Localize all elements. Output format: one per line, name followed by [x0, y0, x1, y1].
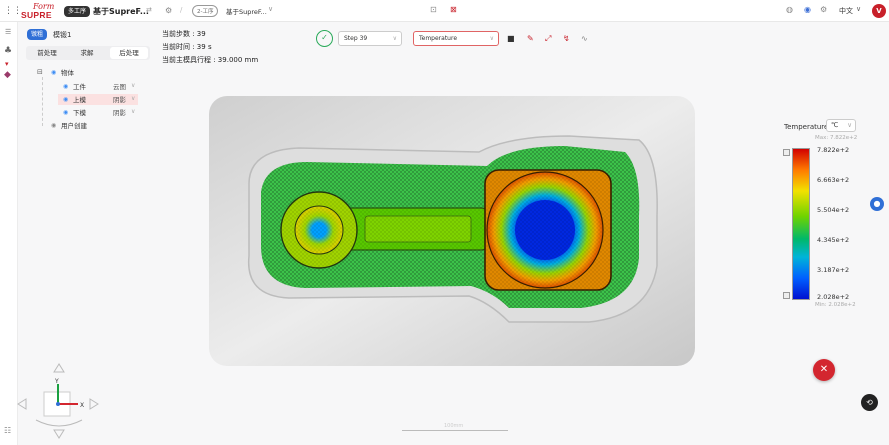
- chevron-down-icon: ∨: [392, 35, 397, 42]
- chevron-down-icon: ∨: [847, 121, 852, 129]
- chevron-down-icon[interactable]: ∨: [268, 5, 273, 13]
- assistant-button[interactable]: ●: [870, 197, 884, 211]
- tab-postprocess[interactable]: 后处理: [110, 47, 148, 59]
- collapse-icon[interactable]: ⊟: [37, 68, 43, 76]
- view-down-arrow[interactable]: [53, 429, 65, 439]
- step-select[interactable]: Step 39 ∨: [338, 31, 402, 46]
- tree-item-label: 工件: [73, 83, 86, 91]
- path-icon[interactable]: ↯: [563, 34, 570, 43]
- eye-icon[interactable]: ◉: [51, 69, 56, 76]
- import-icon[interactable]: ⊡: [430, 5, 437, 14]
- current-time: 当前时间 : 39 s: [162, 43, 212, 51]
- legend-tick: 7.822e+2: [817, 146, 850, 154]
- view-left-arrow[interactable]: [17, 398, 27, 410]
- brand-supre-text: SUPRE: [21, 10, 52, 20]
- display-mode-select[interactable]: 阴影: [113, 95, 126, 105]
- group-tag: 镦粗: [27, 29, 48, 40]
- globe-icon[interactable]: ◍: [786, 5, 793, 14]
- forming-icon[interactable]: ♣: [4, 46, 12, 56]
- scale-bar-label: 100mm: [444, 423, 464, 429]
- top-bar: ⋮⋮ Form SUPRE 多工序 基于SupreF... ⇄ ⚙ / 2-工序…: [0, 0, 889, 22]
- breadcrumb-tag: 2-工序: [192, 5, 219, 17]
- x-axis-label: X: [80, 402, 84, 409]
- language-chevron-icon[interactable]: ∨: [856, 5, 861, 13]
- model-cube-icon[interactable]: ◆: [4, 70, 11, 80]
- mode-tag: 多工序: [64, 6, 91, 17]
- legend-tick: 3.187e+2: [817, 266, 850, 274]
- tools-fab-button[interactable]: ✕: [813, 359, 835, 381]
- variable-select-value: Temperature: [419, 35, 458, 42]
- legend-tick: 2.028e+2: [817, 293, 850, 301]
- export-icon[interactable]: ⊠: [450, 5, 457, 14]
- eye-icon[interactable]: ◉: [51, 122, 56, 129]
- current-stroke: 当前主模具行程 : 39.000 mm: [162, 56, 259, 64]
- mesh-overlay: [261, 146, 640, 308]
- chevron-down-icon[interactable]: ∨: [131, 108, 135, 115]
- avatar[interactable]: V: [872, 4, 886, 18]
- view-up-arrow[interactable]: [53, 363, 65, 373]
- layers-icon[interactable]: ☰: [5, 28, 11, 36]
- measure-icon[interactable]: ⤢: [545, 34, 551, 44]
- view-right-arrow[interactable]: [89, 398, 99, 410]
- legend-handle-top[interactable]: [783, 149, 790, 156]
- tree-item-user-created[interactable]: 用户创建: [61, 121, 87, 131]
- eye-icon[interactable]: ◉: [63, 83, 68, 90]
- play-button[interactable]: ✓: [316, 30, 333, 47]
- eye-icon[interactable]: ◉: [63, 96, 68, 103]
- breadcrumb-name[interactable]: 基于SupreF...: [226, 6, 267, 16]
- tree-item-label: 下模: [73, 109, 86, 117]
- project-name[interactable]: 基于SupreF...: [93, 6, 149, 17]
- legend-tick: 4.345e+2: [817, 236, 850, 244]
- model-name: 模锻1: [53, 31, 72, 39]
- tree-guide-line: [42, 77, 43, 126]
- help-icon[interactable]: ◉: [804, 5, 811, 14]
- origin-dot: [56, 402, 60, 406]
- legend-min-label: Min: 2.028e+2: [815, 302, 856, 308]
- menu-icon[interactable]: ☷: [4, 426, 11, 435]
- chevron-down-icon[interactable]: ∨: [131, 95, 135, 102]
- legend-tick: 5.504e+2: [817, 206, 850, 214]
- view-reset-button[interactable]: ⟲: [861, 394, 878, 411]
- display-mode-select[interactable]: 云图: [113, 82, 126, 92]
- gear-icon[interactable]: ⚙: [820, 5, 827, 14]
- legend-tick: 6.663e+2: [817, 176, 850, 184]
- step-select-value: Step 39: [344, 35, 368, 42]
- eye-icon[interactable]: ◉: [63, 109, 68, 116]
- chevron-down-icon: ∨: [489, 35, 494, 42]
- orientation-gizmo[interactable]: Y X: [14, 362, 104, 442]
- tree-item-upper-die[interactable]: [58, 94, 138, 105]
- display-mode-select[interactable]: 阴影: [113, 108, 126, 118]
- probe-icon[interactable]: ✎: [527, 34, 534, 43]
- variable-select[interactable]: Temperature ∨: [413, 31, 499, 46]
- legend-max-label: Max: 7.822e+2: [815, 135, 858, 141]
- scale-bar: [402, 430, 508, 431]
- material-icon[interactable]: ▾: [5, 60, 9, 68]
- legend-handle-bottom[interactable]: [783, 292, 790, 299]
- legend-title: Temperature: [784, 123, 829, 131]
- viewport-3d[interactable]: [209, 96, 695, 366]
- current-step: 当前步数 : 39: [162, 30, 206, 38]
- tree-item-label: 上模: [73, 96, 86, 104]
- rename-icon[interactable]: ⇄: [146, 6, 152, 14]
- tree-item-workpiece[interactable]: [58, 81, 138, 92]
- breadcrumb-separator: /: [180, 6, 183, 14]
- brand-logo: Form SUPRE: [18, 2, 62, 20]
- tab-preprocess[interactable]: 前处理: [28, 47, 66, 59]
- tree-root[interactable]: 物体: [61, 68, 74, 78]
- unit-value: ℃: [831, 121, 839, 129]
- tree-item-lower-die[interactable]: [58, 107, 138, 118]
- color-bar: [792, 148, 810, 300]
- settings-icon[interactable]: ⚙: [165, 6, 172, 15]
- tab-solve[interactable]: 求解: [68, 47, 106, 59]
- rotate-arc[interactable]: [35, 419, 83, 427]
- chevron-down-icon[interactable]: ∨: [131, 82, 135, 89]
- unit-select[interactable]: ℃ ∨: [826, 119, 856, 132]
- record-video-icon[interactable]: ■: [507, 34, 515, 43]
- language-select[interactable]: 中文: [839, 6, 853, 16]
- y-axis-label: Y: [54, 378, 59, 385]
- curve-icon[interactable]: ∿: [581, 34, 588, 43]
